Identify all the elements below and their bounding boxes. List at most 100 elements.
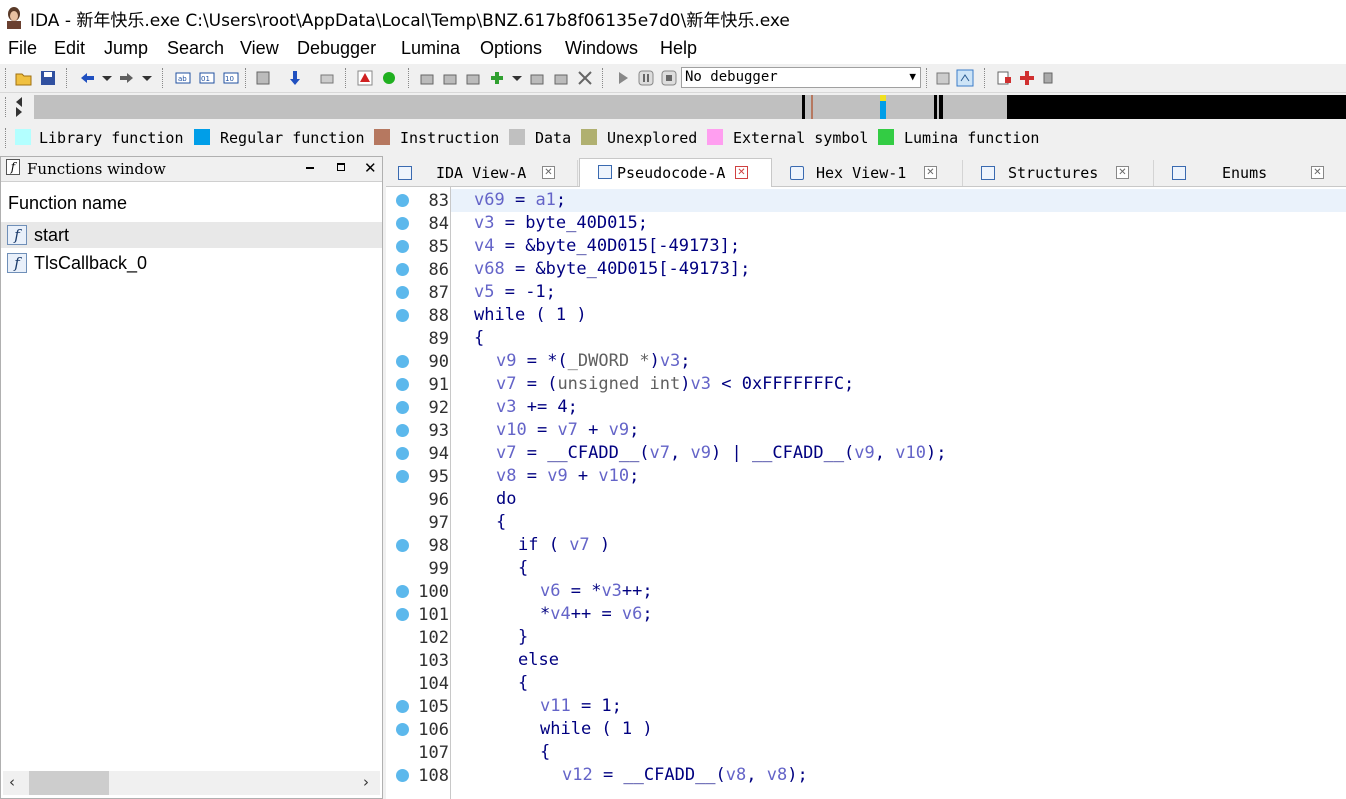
- function-name-column-header[interactable]: Function name: [8, 193, 127, 214]
- patch-icon[interactable]: [552, 69, 570, 87]
- tab-ida-view-a[interactable]: IDA View-A ✕: [388, 160, 578, 186]
- tab-close-icon[interactable]: ✕: [542, 166, 555, 179]
- tab-close-icon[interactable]: ✕: [1311, 166, 1324, 179]
- code-line[interactable]: 99 {: [386, 557, 1346, 580]
- search-imm-icon[interactable]: 10: [222, 69, 240, 87]
- code-line[interactable]: 108 v12 = __CFADD__(v8, v8);: [386, 764, 1346, 787]
- menu-lumina[interactable]: Lumina: [401, 38, 460, 59]
- open-icon[interactable]: [15, 69, 33, 87]
- code-line[interactable]: 92 v3 += 4;: [386, 396, 1346, 419]
- code-line[interactable]: 101 *v4++ = v6;: [386, 603, 1346, 626]
- function-row-tlscallback[interactable]: f TlsCallback_0: [1, 250, 382, 276]
- code-line[interactable]: 96 do: [386, 488, 1346, 511]
- code-text: while ( 1 ): [540, 719, 653, 739]
- close-icon[interactable]: ✕: [364, 159, 377, 177]
- menu-options[interactable]: Options: [480, 38, 542, 59]
- menu-debugger[interactable]: Debugger: [297, 38, 376, 59]
- lumina-pull-icon[interactable]: [995, 69, 1013, 87]
- legend-label-data: Data: [535, 129, 572, 147]
- graph-icon[interactable]: [956, 69, 974, 87]
- plus-icon[interactable]: [488, 69, 506, 87]
- code-line[interactable]: 95 v8 = v9 + v10;: [386, 465, 1346, 488]
- plus-dropdown-icon[interactable]: [508, 69, 526, 87]
- menu-file[interactable]: File: [8, 38, 37, 59]
- legend-swatch-regular: [194, 129, 210, 145]
- forward-dropdown-icon[interactable]: [138, 69, 156, 87]
- tab-close-icon[interactable]: ✕: [735, 166, 748, 179]
- tab-enums[interactable]: Enums ✕: [1155, 160, 1345, 186]
- tab-pseudocode-a[interactable]: Pseudocode-A ✕: [579, 158, 772, 187]
- callstack-icon[interactable]: [934, 69, 952, 87]
- horizontal-scrollbar[interactable]: ‹ ›: [3, 771, 380, 795]
- green-dot-icon[interactable]: [380, 69, 398, 87]
- code-line[interactable]: 84 v3 = byte_40D015;: [386, 212, 1346, 235]
- pseudocode-view[interactable]: 83 v69 = a1; 84 v3 = byte_40D015; 85 v4 = &by…: [386, 187, 1346, 799]
- menu-view[interactable]: View: [240, 38, 279, 59]
- stop-icon[interactable]: [660, 69, 678, 87]
- data-icon[interactable]: [441, 69, 459, 87]
- code-line[interactable]: 106 while ( 1 ): [386, 718, 1346, 741]
- svg-text:10: 10: [225, 75, 234, 83]
- lumina-push-icon[interactable]: [1018, 69, 1036, 87]
- code-line[interactable]: 91 v7 = (unsigned int)v3 < 0xFFFFFFFC;: [386, 373, 1346, 396]
- code-line[interactable]: 83 v69 = a1;: [386, 189, 1346, 212]
- string-icon[interactable]: [464, 69, 482, 87]
- search-seq-icon[interactable]: 01: [198, 69, 216, 87]
- code-line[interactable]: 88 while ( 1 ): [386, 304, 1346, 327]
- minimize-icon[interactable]: [306, 167, 314, 169]
- nav-scroll-icon[interactable]: [14, 96, 24, 118]
- code-line[interactable]: 104 {: [386, 672, 1346, 695]
- code-line[interactable]: 97 {: [386, 511, 1346, 534]
- tab-close-icon[interactable]: ✕: [1116, 166, 1129, 179]
- hex-icon[interactable]: [254, 69, 272, 87]
- names-icon[interactable]: [318, 69, 336, 87]
- pause-icon[interactable]: [637, 69, 655, 87]
- menu-jump[interactable]: Jump: [104, 38, 148, 59]
- menu-edit[interactable]: Edit: [54, 38, 85, 59]
- tab-label: Hex View-1: [816, 164, 907, 182]
- code-line[interactable]: 85 v4 = &byte_40D015[-49173];: [386, 235, 1346, 258]
- forward-icon[interactable]: [118, 69, 136, 87]
- run-icon[interactable]: [614, 69, 632, 87]
- overview-navigator[interactable]: [34, 95, 1346, 119]
- code-line[interactable]: 103 else: [386, 649, 1346, 672]
- code-line[interactable]: 93 v10 = v7 + v9;: [386, 419, 1346, 442]
- code-line[interactable]: 107 {: [386, 741, 1346, 764]
- code-line[interactable]: 102}: [386, 626, 1346, 649]
- tab-close-icon[interactable]: ✕: [924, 166, 937, 179]
- down-arrow-icon[interactable]: [286, 69, 304, 87]
- code-line[interactable]: 89 {: [386, 327, 1346, 350]
- scrollbar-thumb[interactable]: [29, 771, 109, 795]
- scroll-right-icon[interactable]: ›: [363, 773, 369, 791]
- code-line[interactable]: 100 v6 = *v3++;: [386, 580, 1346, 603]
- code-text: {: [518, 558, 529, 578]
- warning-icon[interactable]: [356, 69, 374, 87]
- code-line[interactable]: 105 v11 = 1;: [386, 695, 1346, 718]
- code-icon[interactable]: [418, 69, 436, 87]
- tab-hex-view-1[interactable]: Hex View-1 ✕: [773, 160, 963, 186]
- debugger-select[interactable]: No debugger ▼: [681, 67, 921, 88]
- scroll-left-icon[interactable]: ‹: [9, 773, 15, 791]
- back-dropdown-icon[interactable]: [98, 69, 116, 87]
- line-number: 105: [418, 697, 449, 717]
- code-line[interactable]: 94 v7 = __CFADD__(v7, v9) | __CFADD__(v9,…: [386, 442, 1346, 465]
- menu-windows[interactable]: Windows: [565, 38, 638, 59]
- close-x-icon[interactable]: [576, 69, 594, 87]
- function-row-start[interactable]: f start: [1, 222, 382, 248]
- code-line[interactable]: 86 v68 = &byte_40D015[-49173];: [386, 258, 1346, 281]
- undef-icon[interactable]: [528, 69, 546, 87]
- search-text-icon[interactable]: ab: [174, 69, 192, 87]
- menu-search[interactable]: Search: [167, 38, 224, 59]
- menu-help[interactable]: Help: [660, 38, 697, 59]
- settings-icon[interactable]: [1040, 69, 1058, 87]
- restore-icon[interactable]: [337, 163, 345, 171]
- code-line[interactable]: 90 v9 = *(_DWORD *)v3;: [386, 350, 1346, 373]
- legend-bar: Library function Regular function Instru…: [0, 124, 1346, 152]
- back-icon[interactable]: [78, 69, 96, 87]
- code-line[interactable]: 98 if ( v7 ): [386, 534, 1346, 557]
- functions-window-title: Functions window: [27, 160, 166, 178]
- code-line[interactable]: 87 v5 = -1;: [386, 281, 1346, 304]
- save-icon[interactable]: [39, 69, 57, 87]
- tab-structures[interactable]: Structures ✕: [964, 160, 1154, 186]
- hex-view-icon: [790, 166, 804, 180]
